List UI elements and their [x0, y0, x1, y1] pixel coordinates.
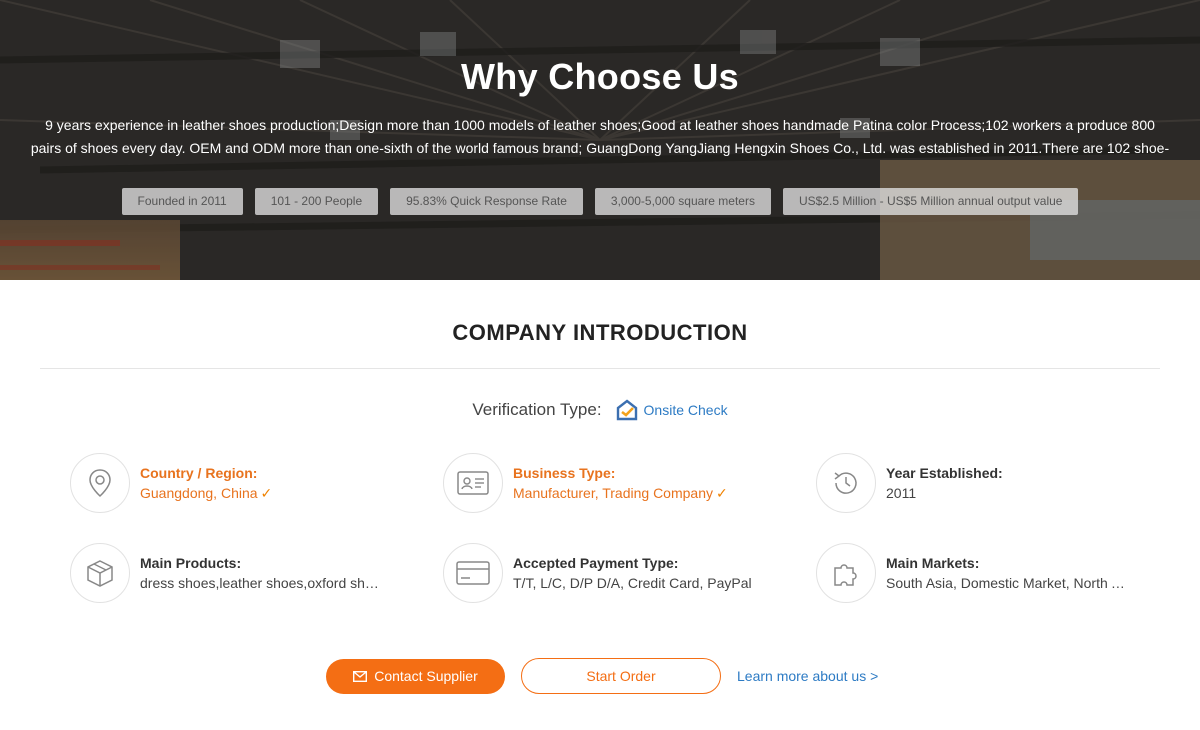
section-title: COMPANY INTRODUCTION — [452, 320, 748, 345]
divider — [40, 368, 1160, 369]
tag-founded: Founded in 2011 — [121, 188, 243, 215]
info-main-products: Main Products: dress shoes,leather shoes… — [70, 542, 410, 604]
business-card-icon — [443, 453, 503, 513]
tag-output-value: US$2.5 Million - US$5 Million annual out… — [782, 188, 1079, 215]
tag-response-rate: 95.83% Quick Response Rate — [390, 188, 583, 215]
country-region-value: Guangdong, China ✓ — [140, 485, 273, 501]
contact-supplier-button[interactable]: Contact Supplier — [326, 658, 505, 694]
year-established-value: 2011 — [886, 485, 917, 501]
main-products-label: Main Products: — [140, 555, 242, 571]
hero-tags: Founded in 2011 101 - 200 People 95.83% … — [0, 188, 1200, 215]
learn-more-link[interactable]: Learn more about us > — [737, 668, 878, 684]
business-type-label: Business Type: — [513, 465, 616, 481]
info-business-type: Business Type: Manufacturer, Trading Com… — [443, 452, 783, 514]
start-order-button[interactable]: Start Order — [521, 658, 721, 694]
country-region-label: Country / Region: — [140, 465, 258, 481]
info-payment-type: Accepted Payment Type: T/T, L/C, D/P D/A… — [443, 542, 783, 604]
tag-people: 101 - 200 People — [254, 188, 379, 215]
verification-label: Verification Type: — [472, 400, 602, 419]
verification-row: Verification Type: Onsite Check — [0, 399, 1200, 421]
hero-title: Why Choose Us — [461, 56, 739, 97]
mail-icon — [353, 670, 368, 682]
actions-row: Contact Supplier Start Order Learn more … — [326, 658, 878, 694]
main-markets-label: Main Markets: — [886, 555, 980, 571]
info-main-markets: Main Markets: South Asia, Domestic Marke… — [816, 542, 1156, 604]
payment-type-value: T/T, L/C, D/P D/A, Credit Card, PayPal — [513, 575, 752, 591]
tag-area: 3,000-5,000 square meters — [594, 188, 771, 215]
location-pin-icon — [70, 453, 130, 513]
info-country-region: Country / Region: Guangdong, China ✓ — [70, 452, 410, 514]
hero-banner: Why Choose Us 9 years experience in leat… — [0, 0, 1200, 280]
onsite-check-icon — [616, 399, 637, 421]
main-markets-value: South Asia, Domestic Market, North A... — [886, 575, 1131, 591]
payment-type-label: Accepted Payment Type: — [513, 555, 679, 571]
history-clock-icon — [816, 453, 876, 513]
info-year-established: Year Established: 2011 — [816, 452, 1156, 514]
box-icon — [70, 543, 130, 603]
hero-description: 9 years experience in leather shoes prod… — [30, 117, 1170, 156]
verification-value[interactable]: Onsite Check — [644, 402, 728, 418]
verified-check-icon: ✓ — [260, 485, 273, 501]
credit-card-icon — [443, 543, 503, 603]
main-products-value: dress shoes,leather shoes,oxford shoe... — [140, 575, 385, 591]
contact-supplier-label: Contact Supplier — [374, 668, 478, 684]
verified-check-icon: ✓ — [716, 485, 728, 501]
puzzle-icon — [816, 543, 876, 603]
year-established-label: Year Established: — [886, 465, 1003, 481]
business-type-value: Manufacturer, Trading Company ✓ — [513, 485, 728, 501]
